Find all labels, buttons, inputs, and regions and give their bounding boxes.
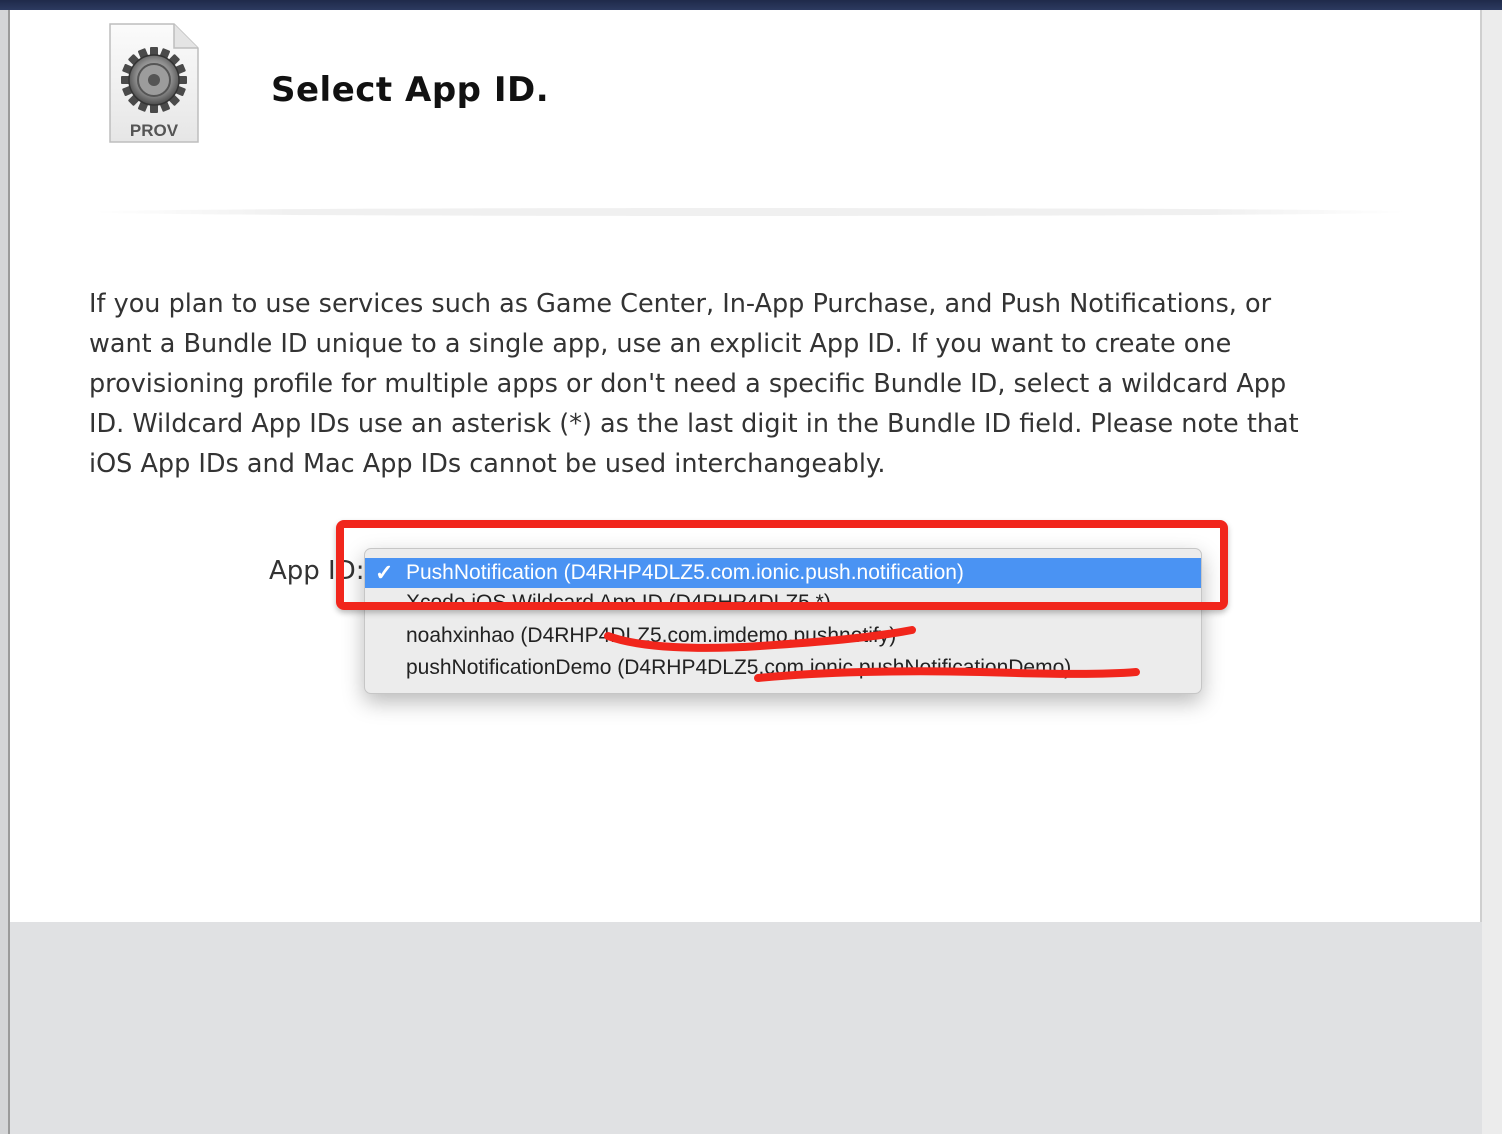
dropdown-option-noahxinhao[interactable]: noahxinhao (D4RHP4DLZ5.com.imdemo.pushno… [365, 621, 1201, 651]
section-divider [90, 208, 1410, 216]
dropdown-option-label: noahxinhao (D4RHP4DLZ5.com.imdemo.pushno… [406, 624, 897, 647]
red-highlight-box [336, 520, 1228, 610]
dropdown-option-label: pushNotificationDemo (D4RHP4DLZ5.com.ion… [406, 656, 1072, 679]
dropdown-option-push-notification-demo[interactable]: pushNotificationDemo (D4RHP4DLZ5.com.ion… [365, 653, 1201, 683]
footer-area [8, 922, 1482, 1134]
provisioning-profile-icon: PROV [109, 23, 199, 143]
page-title: Select App ID. [271, 70, 550, 110]
window-top-bar [0, 0, 1502, 10]
description-text: If you plan to use services such as Game… [89, 289, 1299, 479]
window-edge [1482, 10, 1502, 1134]
prov-icon-label: PROV [130, 121, 179, 140]
